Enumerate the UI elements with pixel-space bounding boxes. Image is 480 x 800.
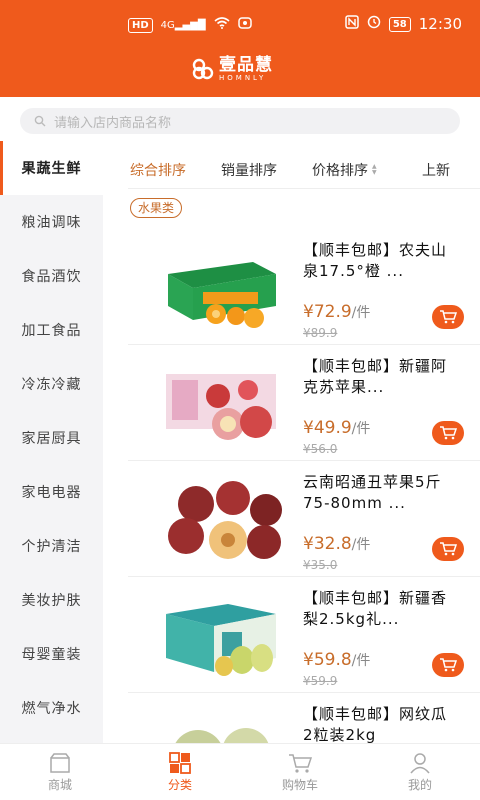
sidebar-item-baby[interactable]: 母婴童装 bbox=[0, 627, 103, 681]
tab-category[interactable]: 分类 bbox=[120, 744, 240, 800]
search-placeholder: 请输入店内商品名称 bbox=[54, 115, 172, 131]
product-original-price: ¥35.0 bbox=[303, 558, 338, 572]
sidebar-item-fresh[interactable]: 果蔬生鲜 bbox=[0, 141, 103, 195]
sort-arrows-icon: ▲ ▼ bbox=[372, 163, 377, 176]
cart-icon bbox=[440, 658, 457, 672]
status-bar: HD 4G▂▄▆█ 58 12:30 bbox=[0, 0, 480, 48]
tab-profile-label: 我的 bbox=[407, 777, 432, 792]
wifi-icon bbox=[214, 17, 230, 33]
alarm-icon bbox=[367, 15, 381, 33]
product-item[interactable]: 【顺丰包邮】农夫山泉17.5°橙 ... ¥72.9/件 ¥89.9 bbox=[128, 230, 480, 345]
cart-icon bbox=[440, 426, 457, 440]
sidebar-item-frozen[interactable]: 冷冻冷藏 bbox=[0, 357, 103, 411]
add-to-cart-button[interactable] bbox=[432, 653, 464, 677]
product-price: ¥49.9/件 bbox=[303, 418, 371, 438]
add-to-cart-button[interactable] bbox=[432, 537, 464, 561]
product-price: ¥59.8/件 bbox=[303, 650, 371, 670]
sidebar-item-gas-water[interactable]: 燃气净水 bbox=[0, 681, 103, 735]
signal-icon: 4G▂▄▆█ bbox=[160, 19, 206, 31]
brand-logo-icon bbox=[192, 58, 214, 80]
sidebar-item-processed-food[interactable]: 加工食品 bbox=[0, 303, 103, 357]
product-item[interactable]: 云南昭通丑苹果5斤 75-80mm ... ¥32.8/件 ¥35.0 bbox=[128, 462, 480, 577]
sidebar-item-grain-oil[interactable]: 粮油调味 bbox=[0, 195, 103, 249]
cart-icon bbox=[289, 753, 312, 773]
sort-new[interactable]: 上新 bbox=[422, 160, 450, 180]
add-to-cart-button[interactable] bbox=[432, 305, 464, 329]
battery-icon: 58 bbox=[388, 16, 411, 32]
tab-cart[interactable]: 购物车 bbox=[240, 744, 360, 800]
brand-name: 壹品慧 bbox=[219, 55, 273, 75]
product-item[interactable]: 【顺丰包邮】新疆阿克苏苹果... ¥49.9/件 ¥56.0 bbox=[128, 346, 480, 461]
product-image-apples bbox=[168, 481, 282, 559]
cart-icon bbox=[440, 310, 457, 324]
search-input[interactable]: 请输入店内商品名称 bbox=[20, 108, 460, 134]
product-image-melon bbox=[175, 728, 269, 743]
tab-mall[interactable]: 商城 bbox=[0, 744, 120, 800]
sort-sales[interactable]: 销量排序 bbox=[221, 160, 277, 180]
sort-bar: 综合排序 销量排序 价格排序 ▲ ▼ 上新 bbox=[103, 141, 480, 195]
category-sidebar: 果蔬生鲜 粮油调味 食品酒饮 加工食品 冷冻冷藏 家居厨具 家电电器 个护清洁 … bbox=[0, 141, 103, 743]
category-grid-icon bbox=[169, 751, 191, 774]
sort-price-label: 价格排序 bbox=[312, 163, 368, 179]
tab-cart-label: 购物车 bbox=[281, 777, 318, 792]
product-original-price: ¥59.9 bbox=[303, 674, 338, 688]
sidebar-item-beauty[interactable]: 美妆护肤 bbox=[0, 573, 103, 627]
product-image-orange-box bbox=[168, 262, 276, 328]
product-price: ¥32.8/件 bbox=[303, 534, 371, 554]
product-title: 云南昭通丑苹果5斤 75-80mm ... bbox=[303, 473, 442, 512]
hd-badge: HD bbox=[128, 17, 153, 33]
tab-profile[interactable]: 我的 bbox=[360, 744, 480, 800]
sort-price[interactable]: 价格排序 ▲ ▼ bbox=[312, 160, 377, 180]
brand-logo: 壹品慧 HOMNLY bbox=[192, 56, 273, 82]
category-tag[interactable]: 水果类 bbox=[130, 198, 183, 218]
product-image-pear-box bbox=[166, 604, 276, 676]
divider bbox=[128, 188, 480, 189]
sidebar-item-personal-care[interactable]: 个护清洁 bbox=[0, 519, 103, 573]
product-price: ¥72.9/件 bbox=[303, 302, 371, 322]
tab-category-label: 分类 bbox=[167, 777, 192, 792]
add-to-cart-button[interactable] bbox=[432, 421, 464, 445]
product-image-apple-box bbox=[166, 374, 276, 440]
sidebar-item-food-drink[interactable]: 食品酒饮 bbox=[0, 249, 103, 303]
product-title: 【顺丰包邮】新疆阿克苏苹果... bbox=[303, 357, 448, 396]
product-item[interactable]: 【顺丰包邮】新疆香梨2.5kg礼... ¥59.8/件 ¥59.9 bbox=[128, 578, 480, 693]
search-icon bbox=[34, 115, 46, 127]
nfc-icon bbox=[345, 15, 359, 33]
bottom-tab-bar: 商城 分类 购物车 我的 bbox=[0, 743, 480, 800]
product-item[interactable]: 【顺丰包邮】网纹瓜2粒装2kg bbox=[128, 694, 480, 743]
brand-name-en: HOMNLY bbox=[219, 74, 267, 82]
shopping-bag-icon bbox=[50, 752, 70, 773]
sidebar-item-appliances[interactable]: 家电电器 bbox=[0, 465, 103, 519]
user-icon bbox=[410, 752, 430, 773]
clock: 12:30 bbox=[418, 15, 462, 33]
sidebar-item-home-kitchen[interactable]: 家居厨具 bbox=[0, 411, 103, 465]
notification-icon bbox=[237, 17, 252, 33]
product-title: 【顺丰包邮】新疆香梨2.5kg礼... bbox=[303, 589, 448, 628]
sort-comprehensive[interactable]: 综合排序 bbox=[130, 160, 186, 180]
cart-icon bbox=[440, 542, 457, 556]
product-original-price: ¥56.0 bbox=[303, 442, 338, 456]
tab-mall-label: 商城 bbox=[47, 777, 72, 792]
product-title: 【顺丰包邮】农夫山泉17.5°橙 ... bbox=[303, 241, 448, 280]
product-title: 【顺丰包邮】网纹瓜2粒装2kg bbox=[303, 705, 448, 743]
product-original-price: ¥89.9 bbox=[303, 326, 338, 340]
